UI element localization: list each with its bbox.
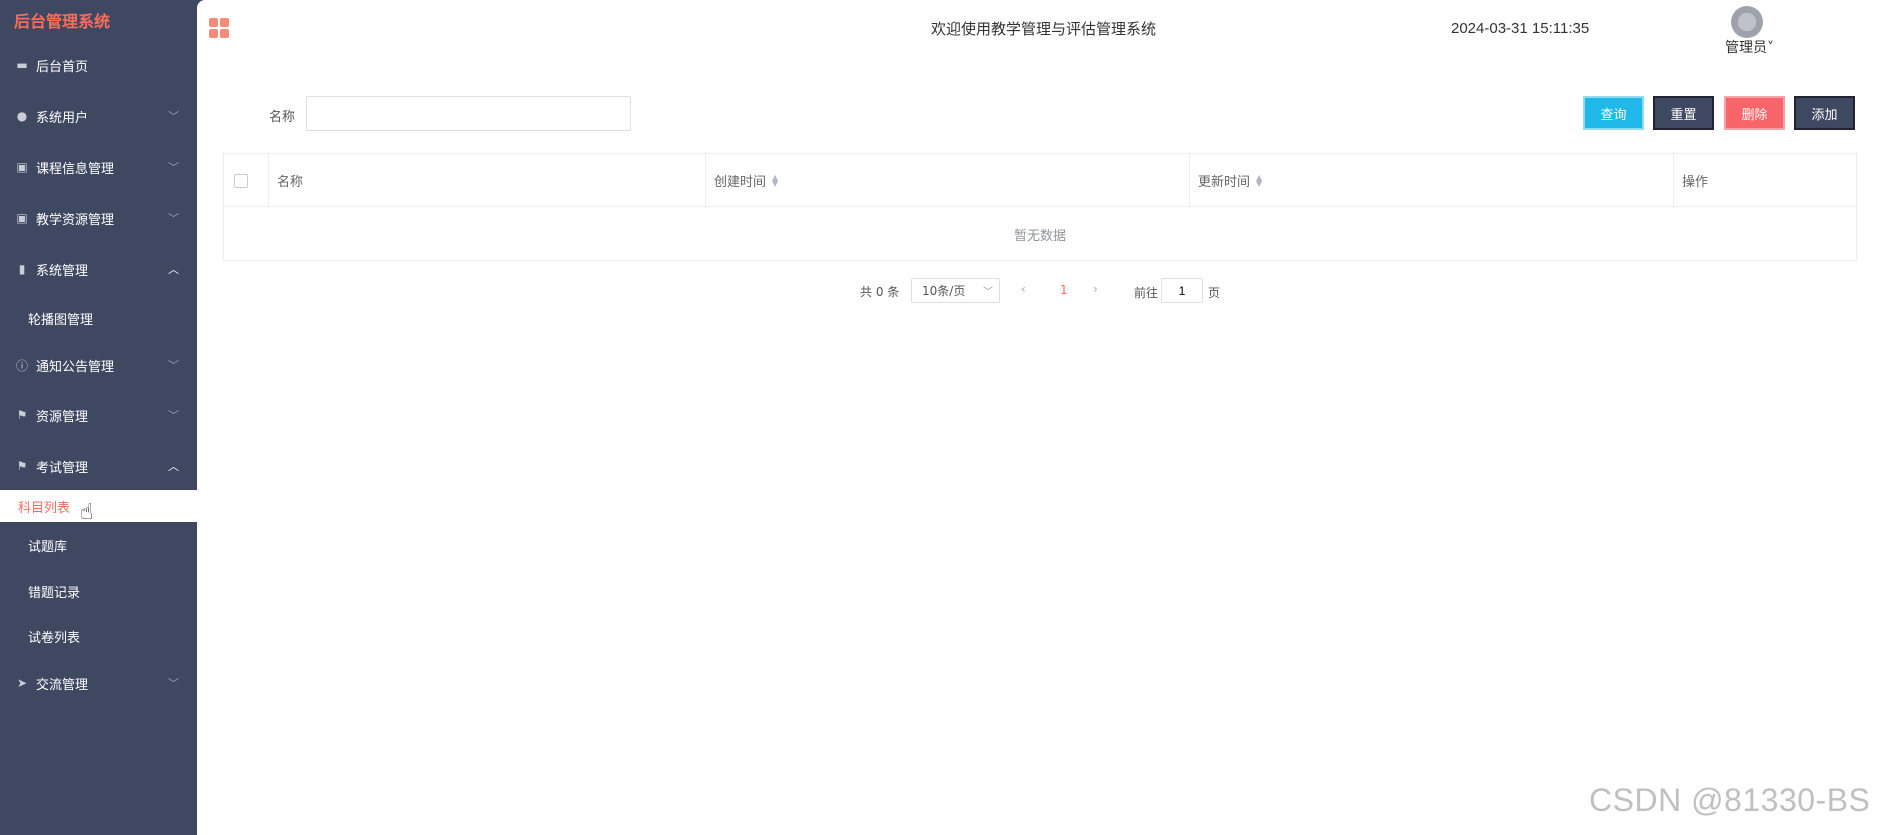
sidebar: 后台管理系统 ▬ 后台首页 ● 系统用户 ﹀ ▣ 课程信息管理 ﹀ ▣ 教学资源…: [0, 0, 197, 835]
send-icon: ➤: [16, 676, 28, 690]
sidebar-item-label: 交流管理: [36, 677, 89, 693]
sidebar-item-label: 系统管理: [36, 263, 89, 279]
sidebar-subitem-label: 错题记录: [28, 585, 81, 601]
column-header-label: 操作: [1682, 175, 1709, 190]
goto-label: 前往: [1134, 286, 1159, 300]
chevron-down-icon: ﹀: [168, 409, 179, 422]
column-header-updated[interactable]: 更新时间 ▲ ▼: [1190, 154, 1674, 207]
sidebar-subitem-paper-list[interactable]: 试卷列表: [0, 618, 197, 654]
sidebar-item-label: 资源管理: [36, 409, 89, 425]
sidebar-subitem-question-bank[interactable]: 试题库: [0, 527, 197, 563]
header-title: 欢迎使用教学管理与评估管理系统: [931, 20, 1157, 38]
query-button[interactable]: 查询: [1583, 96, 1644, 130]
sidebar-item-home[interactable]: ▬ 后台首页: [0, 45, 197, 85]
sort-icon[interactable]: ▲ ▼: [772, 173, 778, 187]
flag-icon: ⚑: [16, 408, 28, 422]
table-header: 名称 创建时间 ▲ ▼ 更新时间 ▲ ▼ 操作: [224, 154, 1856, 207]
chevron-down-icon: ﹀: [168, 359, 179, 372]
column-header-label: 名称: [277, 175, 304, 190]
sidebar-subitem-label: 试题库: [28, 539, 68, 555]
page-size-select[interactable]: 10条/页 ﹀: [911, 278, 1000, 303]
sidebar-item-label: 考试管理: [36, 460, 89, 476]
goto-page-input[interactable]: [1161, 278, 1203, 303]
delete-button[interactable]: 删除: [1724, 96, 1785, 130]
data-table: 名称 创建时间 ▲ ▼ 更新时间 ▲ ▼ 操作 暂无数据: [223, 153, 1857, 261]
main-content: 欢迎使用教学管理与评估管理系统 2024-03-31 15:11:35 管理员˅…: [197, 0, 1892, 835]
select-all-cell: [224, 154, 269, 207]
sidebar-subitem-label: 试卷列表: [28, 630, 81, 646]
hand-cursor-icon: ☝: [80, 500, 94, 525]
chevron-up-icon: ︿: [168, 460, 179, 473]
monitor-icon: ▬: [16, 58, 28, 72]
chart-icon: ▣: [16, 211, 28, 225]
sidebar-item-label: 教学资源管理: [36, 212, 115, 228]
name-filter-label: 名称: [269, 110, 296, 125]
sidebar-item-resources[interactable]: ⚑ 资源管理 ﹀: [0, 395, 197, 435]
flag-icon: ⚑: [16, 459, 28, 473]
chevron-down-icon: ﹀: [983, 287, 993, 298]
header-time: 2024-03-31 15:11:35: [1451, 20, 1590, 37]
info-icon: ⓘ: [15, 358, 28, 373]
sidebar-item-label: 通知公告管理: [36, 359, 115, 375]
sidebar-item-course-info[interactable]: ▣ 课程信息管理 ﹀: [0, 147, 197, 187]
chevron-down-icon: ﹀: [168, 677, 179, 690]
reset-button[interactable]: 重置: [1653, 96, 1714, 130]
avatar[interactable]: [1731, 6, 1763, 38]
prev-page-icon[interactable]: ‹: [1021, 282, 1026, 296]
apps-grid-icon[interactable]: [209, 18, 229, 38]
chevron-down-icon: ﹀: [168, 212, 179, 225]
bar-chart-icon: ▮: [18, 262, 26, 276]
sidebar-item-notices[interactable]: ⓘ 通知公告管理 ﹀: [0, 345, 197, 385]
sidebar-item-system-management[interactable]: ▮ 系统管理 ︿: [0, 249, 197, 289]
current-page[interactable]: 1: [1060, 283, 1068, 297]
select-all-checkbox[interactable]: [234, 174, 248, 188]
sidebar-item-label: 系统用户: [36, 110, 89, 126]
column-header-name: 名称: [269, 154, 706, 207]
sidebar-subitem-carousel[interactable]: 轮播图管理: [0, 300, 197, 336]
chevron-down-icon: ﹀: [168, 110, 179, 123]
column-header-actions: 操作: [1674, 154, 1856, 207]
sidebar-item-exam-management[interactable]: ⚑ 考试管理 ︿: [0, 446, 197, 486]
sidebar-subitem-label: 轮播图管理: [28, 312, 94, 328]
user-menu[interactable]: 管理员˅: [1725, 37, 1774, 57]
sidebar-subitem-label: 科目列表: [18, 500, 71, 516]
sidebar-subitem-subject-list[interactable]: 科目列表: [0, 490, 197, 522]
watermark: CSDN @81330-BS: [1589, 782, 1871, 818]
pagination-total: 共 0 条: [860, 284, 900, 299]
goto-suffix: 页: [1208, 286, 1221, 300]
next-page-icon[interactable]: ›: [1093, 282, 1098, 296]
sidebar-item-communication[interactable]: ➤ 交流管理 ﹀: [0, 663, 197, 703]
column-header-label: 创建时间: [714, 175, 767, 190]
chart-icon: ▣: [16, 160, 28, 174]
sidebar-item-teaching-resources[interactable]: ▣ 教学资源管理 ﹀: [0, 198, 197, 238]
chevron-up-icon: ︿: [168, 263, 179, 276]
table-empty-text: 暂无数据: [1013, 228, 1066, 244]
sidebar-item-system-users[interactable]: ● 系统用户 ﹀: [0, 96, 197, 136]
page-size-value: 10条/页: [922, 284, 966, 298]
chevron-down-icon: ﹀: [168, 161, 179, 174]
sidebar-subitem-wrong-records[interactable]: 错题记录: [0, 573, 197, 609]
sidebar-item-label: 后台首页: [36, 59, 89, 75]
column-header-label: 更新时间: [1198, 175, 1251, 190]
sort-icon[interactable]: ▲ ▼: [1256, 173, 1262, 187]
sidebar-item-label: 课程信息管理: [36, 161, 115, 177]
user-icon: ●: [16, 109, 28, 123]
add-button[interactable]: 添加: [1794, 96, 1855, 130]
name-filter-input[interactable]: [306, 96, 631, 131]
brand-title: 后台管理系统: [14, 12, 111, 31]
column-header-created[interactable]: 创建时间 ▲ ▼: [706, 154, 1190, 207]
